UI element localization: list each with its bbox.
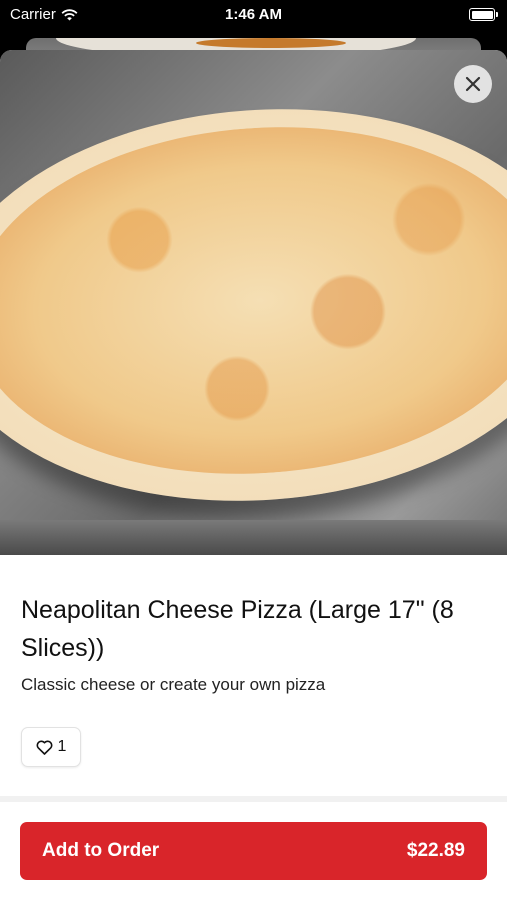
battery-icon [469, 8, 498, 21]
close-icon [465, 76, 481, 92]
add-to-order-label: Add to Order [42, 840, 160, 861]
heart-icon [36, 740, 52, 755]
status-time: 1:46 AM [225, 6, 282, 23]
add-to-order-button[interactable]: Add to Order $22.89 [20, 822, 487, 880]
item-detail-sheet: Neapolitan Cheese Pizza (Large 17" (8 Sl… [0, 50, 507, 900]
item-description: Classic cheese or create your own pizza [21, 675, 326, 694]
like-count: 1 [57, 738, 67, 755]
like-button[interactable]: 1 [21, 727, 81, 767]
item-details: Neapolitan Cheese Pizza (Large 17" (8 Sl… [0, 555, 507, 767]
order-footer: Add to Order $22.89 [0, 802, 507, 900]
tray-edge [0, 520, 507, 555]
status-bar: Carrier 1:46 AM [0, 0, 507, 30]
item-price: $22.89 [406, 840, 465, 861]
close-button[interactable] [454, 65, 492, 103]
background-sauce-image [196, 38, 346, 48]
item-title: Neapolitan Cheese Pizza (Large 17" (8 Sl… [21, 596, 454, 662]
item-photo [0, 50, 507, 555]
